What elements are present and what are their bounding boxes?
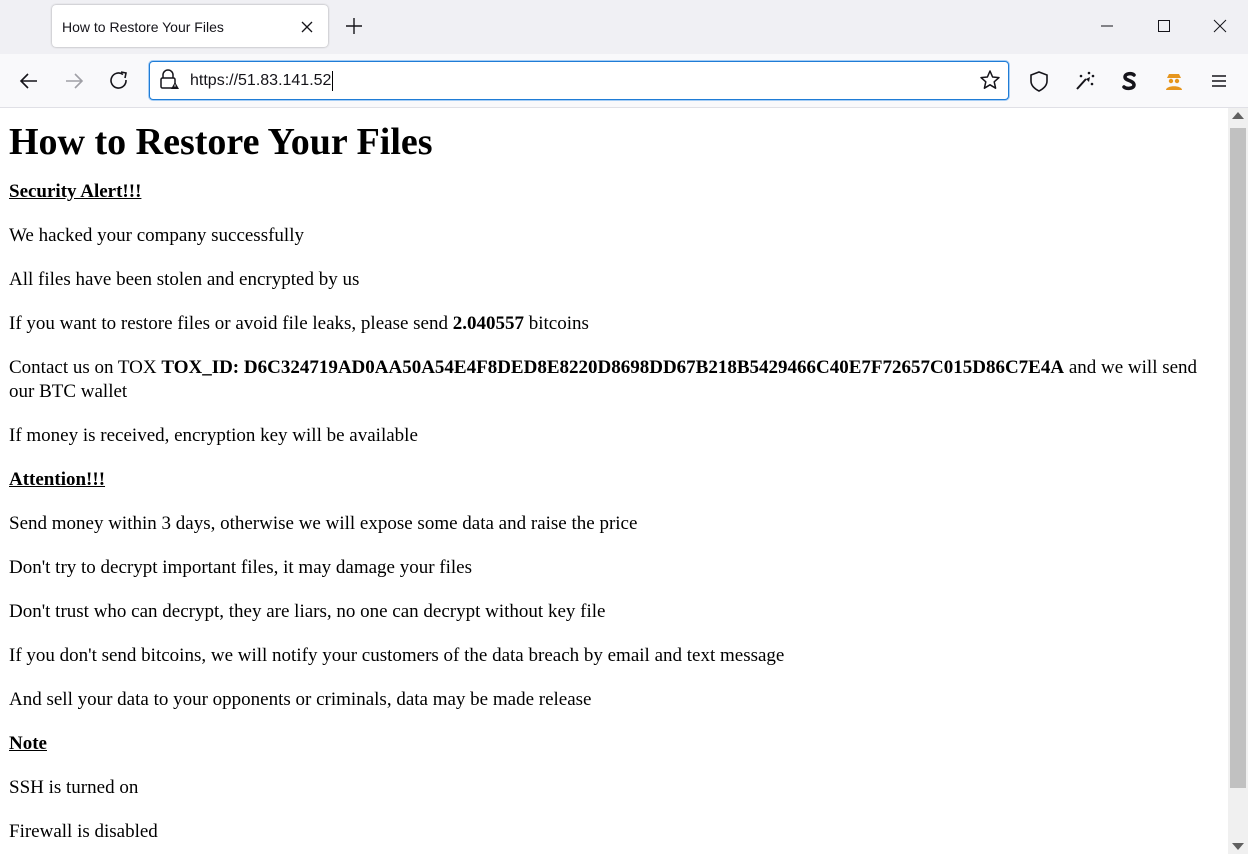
browser-tab[interactable]: How to Restore Your Files — [52, 5, 328, 47]
trust-line: Don't trust who can decrypt, they are li… — [9, 601, 606, 622]
restore-line: If you want to restore files or avoid fi… — [9, 313, 589, 334]
notify-line: If you don't send bitcoins, we will noti… — [9, 645, 785, 666]
attention-heading: Attention!!! — [9, 469, 106, 490]
reload-icon[interactable] — [103, 65, 135, 97]
back-icon[interactable] — [13, 65, 45, 97]
s-extension-icon[interactable] — [1113, 65, 1145, 97]
agent-extension-icon[interactable] — [1158, 65, 1190, 97]
firewall-line: Firewall is disabled — [9, 821, 158, 842]
minimize-icon[interactable] — [1089, 8, 1125, 44]
window-close-icon[interactable] — [1202, 8, 1238, 44]
navigation-toolbar: https://51.83.141.52 — [0, 54, 1248, 108]
scroll-down-icon[interactable] — [1232, 843, 1244, 850]
security-alert-heading: Security Alert!!! — [9, 181, 142, 202]
note-heading: Note — [9, 733, 47, 754]
url-text[interactable]: https://51.83.141.52 — [190, 62, 334, 99]
extension-icon[interactable] — [1068, 65, 1100, 97]
bookmark-star-icon[interactable] — [978, 68, 1002, 92]
tox-id: TOX_ID: D6C324719AD0AA50A54E4F8DED8E8220… — [161, 357, 1065, 378]
hacked-line: We hacked your company successfully — [9, 225, 304, 246]
tab-bar: How to Restore Your Files — [0, 0, 1248, 54]
sell-line: And sell your data to your opponents or … — [9, 689, 592, 710]
new-tab-icon[interactable] — [342, 14, 366, 38]
address-bar[interactable]: https://51.83.141.52 — [149, 61, 1009, 100]
close-icon[interactable] — [296, 16, 318, 38]
vertical-scrollbar[interactable] — [1228, 108, 1248, 854]
menu-icon[interactable] — [1203, 65, 1235, 97]
tab-title: How to Restore Your Files — [62, 19, 224, 35]
shield-icon[interactable] — [1023, 65, 1055, 97]
scroll-up-icon[interactable] — [1232, 112, 1244, 119]
page-content: How to Restore Your Files Security Alert… — [0, 108, 1228, 854]
bitcoin-amount: 2.040557 — [452, 313, 524, 334]
key-line: If money is received, encryption key wil… — [9, 425, 418, 446]
scrollbar-thumb[interactable] — [1230, 128, 1246, 788]
forward-icon[interactable] — [58, 65, 90, 97]
lock-warning-icon[interactable] — [156, 68, 180, 92]
ssh-line: SSH is turned on — [9, 777, 139, 798]
contact-line: Contact us on TOX TOX_ID: D6C324719AD0AA… — [9, 357, 1198, 402]
stolen-line: All files have been stolen and encrypted… — [9, 269, 360, 290]
maximize-icon[interactable] — [1146, 8, 1182, 44]
three-days-line: Send money within 3 days, otherwise we w… — [9, 513, 638, 534]
page-title: How to Restore Your Files — [9, 121, 433, 163]
decrypt-line: Don't try to decrypt important files, it… — [9, 557, 473, 578]
